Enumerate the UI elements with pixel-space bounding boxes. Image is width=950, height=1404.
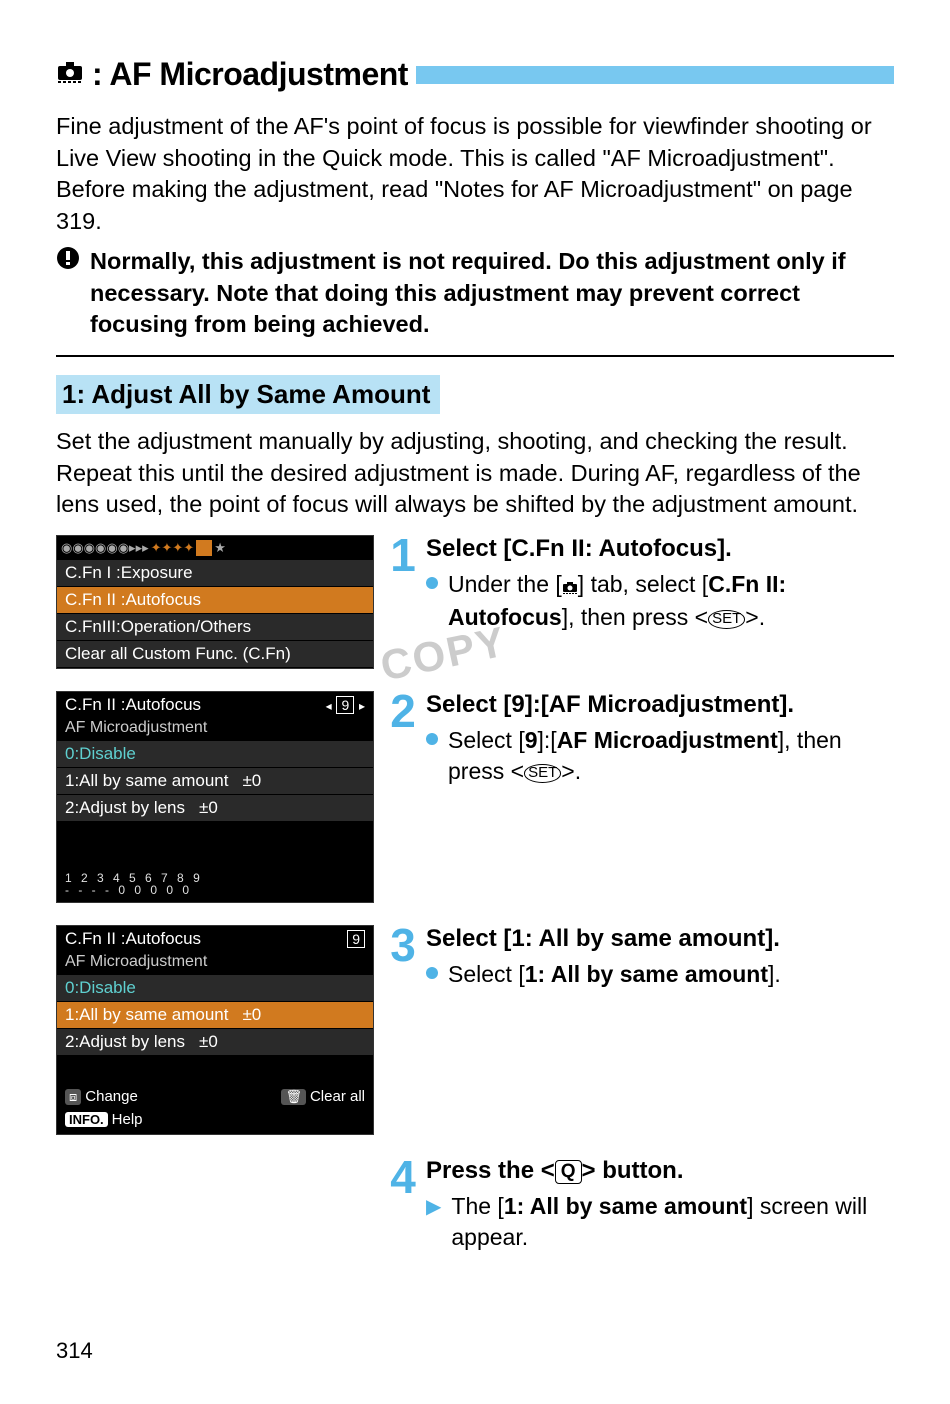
lcd2-opt-0: 0:Disable: [57, 741, 373, 768]
section-1-body: Set the adjustment manually by adjusting…: [56, 426, 894, 521]
lcd1-row-autofocus: C.Fn II :Autofocus: [57, 587, 373, 614]
t: > button.: [582, 1157, 684, 1184]
t: ], then press <: [562, 604, 708, 630]
step-1-heading: Select [C.Fn II: Autofocus].: [426, 535, 894, 563]
title-row: : AF Microadjustment: [56, 56, 894, 93]
page-number: 314: [56, 1338, 93, 1364]
lcd2-badge: 9: [336, 696, 354, 714]
lcd-screenshot-3: C.Fn II :Autofocus 9 AF Microadjustment …: [56, 925, 374, 1135]
bullet-dot-icon: [426, 733, 438, 745]
step-4-heading: Press the <Q> button.: [426, 1157, 894, 1185]
lcd3-footer-2: INFO. Help: [57, 1109, 373, 1134]
t: >.: [745, 604, 765, 630]
t: C.Fn II :Autofocus: [65, 695, 201, 715]
step-number-4: 4: [386, 1157, 420, 1257]
step-3: C.Fn II :Autofocus 9 AF Microadjustment …: [56, 925, 894, 1135]
t: ] tab, select [: [578, 571, 708, 597]
divider: [56, 355, 894, 357]
t: Under the [: [448, 571, 562, 597]
arrow-icon: ▶: [426, 1194, 441, 1253]
t: 1: All by same amount: [525, 961, 768, 987]
title-accent-bar: [416, 66, 894, 84]
step-2: C.Fn II :Autofocus ◂ 9 ▸ AF Microadjustm…: [56, 691, 894, 903]
lcd1-row-exposure: C.Fn I :Exposure: [57, 560, 373, 587]
step-3-bullet: Select [1: All by same amount].: [426, 959, 894, 990]
lcd3-opt-1: 1:All by same amount±0: [57, 1002, 373, 1029]
lcd3-header: C.Fn II :Autofocus 9: [57, 926, 373, 952]
lcd1-row-operation: C.FnIII:Operation/Others: [57, 614, 373, 641]
t: C.Fn II :Autofocus: [65, 929, 201, 949]
lcd2-sub: AF Microadjustment: [57, 718, 373, 741]
step-2-bullet: Select [9]:[AF Microadjustment], then pr…: [426, 725, 894, 787]
t: 9: [525, 727, 538, 753]
t: Select [: [448, 961, 525, 987]
set-icon: SET: [524, 764, 561, 783]
t: AF Microadjustment: [557, 727, 778, 753]
lcd3-footer-1: ⧈Change 🗑Clear all: [57, 1084, 373, 1109]
lcd2-index: 1 2 3 4 5 6 7 8 9 - - - - 0 0 0 0 0: [57, 870, 373, 902]
t: ].: [768, 961, 781, 987]
lcd1-tabstrip: ◉◉◉◉◉◉▸▸▸✦✦✦✦★: [57, 536, 373, 560]
lcd3-opt-0: 0:Disable: [57, 975, 373, 1002]
step-number-1: 1: [386, 535, 420, 669]
step-number-3: 3: [386, 925, 420, 1135]
t: Help: [112, 1111, 143, 1128]
t: Select [: [448, 727, 525, 753]
page-title: : AF Microadjustment: [92, 56, 408, 93]
step-4-bullet: ▶ The [1: All by same amount] screen wil…: [426, 1191, 894, 1253]
t: 1: All by same amount: [504, 1193, 747, 1219]
lcd-screenshot-1: ◉◉◉◉◉◉▸▸▸✦✦✦✦★ C.Fn I :Exposure C.Fn II …: [56, 535, 374, 669]
t: Change: [85, 1088, 138, 1105]
lcd2-header: C.Fn II :Autofocus ◂ 9 ▸: [57, 692, 373, 718]
t: >.: [561, 758, 581, 784]
page-content: : AF Microadjustment Fine adjustment of …: [0, 0, 950, 1257]
lcd-screenshot-2: C.Fn II :Autofocus ◂ 9 ▸ AF Microadjustm…: [56, 691, 374, 903]
camera-icon-inline: [562, 571, 578, 602]
bullet-dot-icon: [426, 577, 438, 589]
lcd2-opt-2: 2:Adjust by lens±0: [57, 795, 373, 822]
lcd3-sub: AF Microadjustment: [57, 952, 373, 975]
step-1: ◉◉◉◉◉◉▸▸▸✦✦✦✦★ C.Fn I :Exposure C.Fn II …: [56, 535, 894, 669]
step-number-2: 2: [386, 691, 420, 903]
q-button-icon-inline: Q: [555, 1160, 582, 1184]
warning-block: Normally, this adjustment is not require…: [56, 246, 894, 341]
intro-paragraph: Fine adjustment of the AF's point of foc…: [56, 111, 894, 238]
step-4: 4 Press the <Q> button. ▶ The [1: All by…: [56, 1157, 894, 1257]
step-2-heading: Select [9]:[AF Microadjustment].: [426, 691, 894, 719]
t: ]:[: [538, 727, 557, 753]
lcd1-row-clear: Clear all Custom Func. (C.Fn): [57, 641, 373, 668]
section-1-header: 1: Adjust All by Same Amount: [56, 375, 440, 414]
warning-icon: [56, 246, 80, 341]
set-icon: SET: [708, 610, 745, 629]
bullet-dot-icon: [426, 967, 438, 979]
t: Clear all: [310, 1088, 365, 1105]
t: The [: [451, 1193, 503, 1219]
camera-icon: [56, 60, 84, 89]
q-button-icon: ⧈: [65, 1089, 81, 1105]
trash-icon: 🗑: [281, 1089, 306, 1105]
warning-text: Normally, this adjustment is not require…: [90, 246, 894, 341]
lcd3-badge: 9: [347, 930, 365, 948]
t: Press the <: [426, 1157, 555, 1184]
lcd3-opt-2: 2:Adjust by lens±0: [57, 1029, 373, 1056]
lcd2-opt-1: 1:All by same amount±0: [57, 768, 373, 795]
step-3-heading: Select [1: All by same amount].: [426, 925, 894, 953]
info-label-icon: INFO.: [65, 1112, 108, 1127]
step-1-bullet: Under the [] tab, select [C.Fn II: Autof…: [426, 569, 894, 633]
